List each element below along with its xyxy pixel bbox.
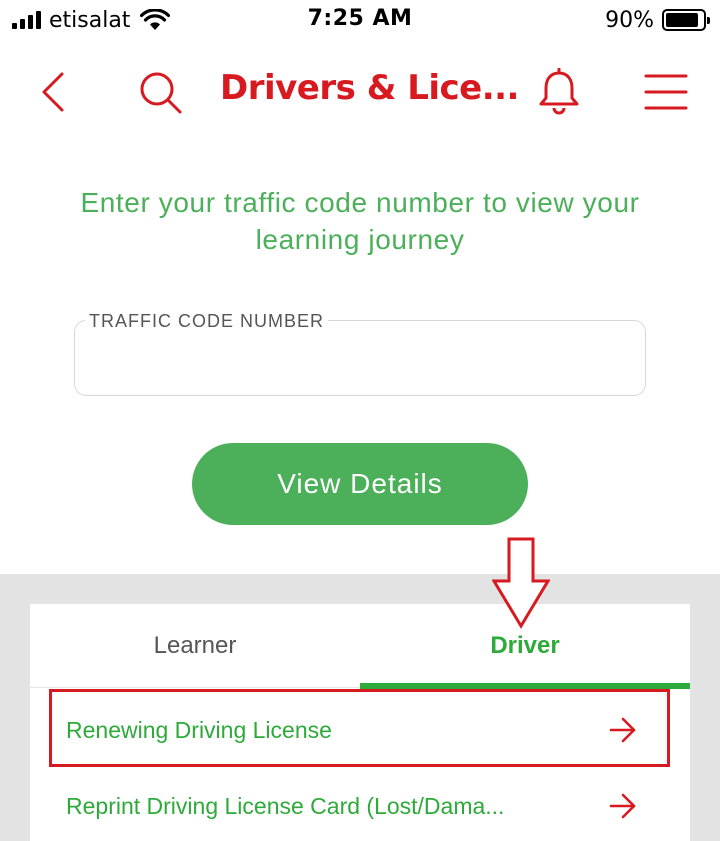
arrow-right-icon — [609, 793, 636, 819]
search-icon[interactable] — [138, 70, 184, 116]
list-item-label: Reprint Driving License Card (Lost/Dama.… — [66, 792, 505, 819]
intro-text: Enter your traffic code number to view y… — [80, 187, 640, 255]
services-section: Learner Driver Renewing Driving License … — [0, 574, 720, 841]
services-card: Learner Driver Renewing Driving License … — [30, 604, 690, 841]
page-title: Drivers & Lice... — [220, 68, 519, 108]
tab-learner[interactable]: Learner — [30, 604, 360, 688]
service-reprint-driving-license-card[interactable]: Reprint Driving License Card (Lost/Dama.… — [50, 768, 670, 841]
battery-fill — [666, 13, 699, 27]
traffic-code-field[interactable]: TRAFFIC CODE NUMBER — [74, 311, 646, 396]
view-details-button[interactable]: View Details — [192, 443, 528, 525]
tab-driver[interactable]: Driver — [360, 604, 690, 688]
list-item-label: Renewing Driving License — [66, 716, 332, 743]
back-icon[interactable] — [34, 70, 70, 114]
status-bar: etisalat 7:25 AM 90% — [0, 0, 720, 40]
traffic-code-input[interactable] — [89, 339, 629, 383]
tab-bar: Learner Driver — [30, 604, 690, 689]
battery-icon — [662, 9, 710, 31]
menu-icon[interactable] — [644, 72, 688, 112]
traffic-code-label: TRAFFIC CODE NUMBER — [85, 311, 328, 332]
active-tab-indicator — [360, 683, 690, 689]
arrow-right-icon — [609, 717, 636, 743]
service-renewing-driving-license[interactable]: Renewing Driving License — [50, 692, 670, 768]
status-right: 90% — [605, 6, 710, 34]
bell-icon[interactable] — [536, 68, 582, 116]
app-header: Drivers & Lice... — [0, 40, 720, 140]
battery-percent: 90% — [605, 7, 654, 33]
